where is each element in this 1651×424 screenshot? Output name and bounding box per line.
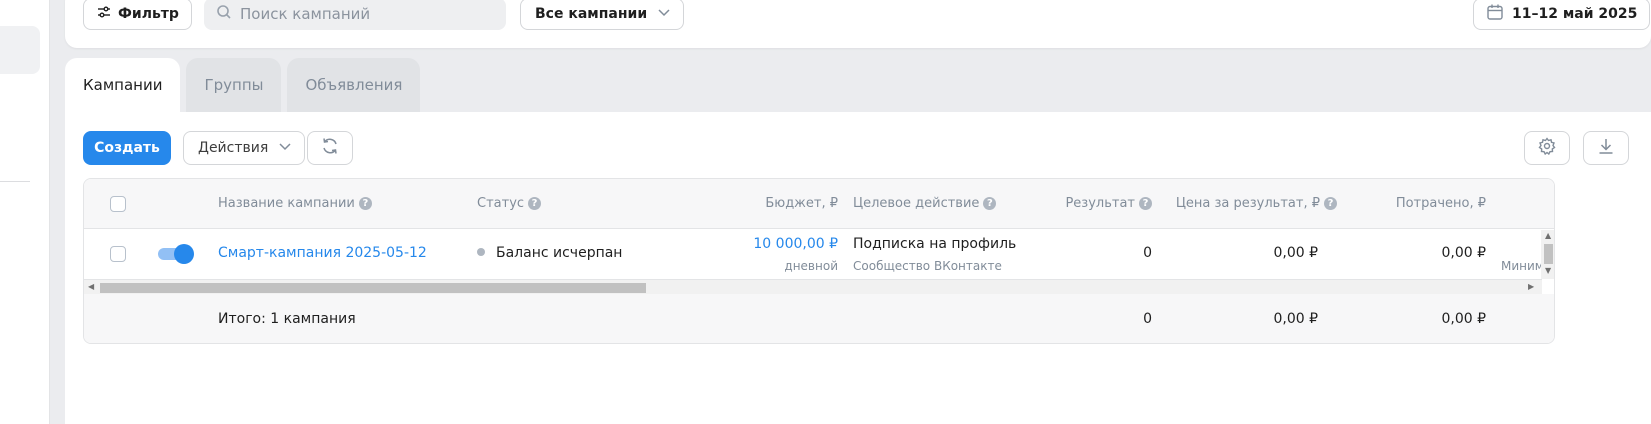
help-icon[interactable]: ? (1324, 197, 1337, 210)
help-icon[interactable]: ? (1139, 197, 1152, 210)
search-icon (216, 4, 232, 24)
scroll-left-icon[interactable]: ◀ (88, 282, 94, 291)
overflow-column-text: Миним (1501, 259, 1544, 273)
totals-cpr: 0,00 ₽ (1273, 311, 1318, 327)
select-all-checkbox[interactable] (110, 196, 126, 212)
refresh-button[interactable] (307, 131, 353, 165)
chevron-down-icon (657, 5, 671, 23)
result-value: 0 (1143, 245, 1152, 261)
column-header-spent[interactable]: Потрачено, ₽ (1396, 196, 1486, 211)
totals-result: 0 (1143, 311, 1152, 327)
help-icon[interactable]: ? (528, 197, 542, 210)
status-dot (477, 248, 485, 256)
row-checkbox[interactable] (110, 246, 126, 262)
campaigns-table: Название кампании? Статус? Бюджет, ₽ Цел… (83, 178, 1555, 344)
toggle-knob (174, 244, 194, 264)
table-header: Название кампании? Статус? Бюджет, ₽ Цел… (84, 179, 1554, 229)
create-button[interactable]: Создать (83, 131, 171, 165)
status-label: Баланс исчерпан (496, 245, 623, 261)
sliders-icon (96, 4, 112, 24)
target-action-sub: Сообщество ВКонтакте (853, 259, 1002, 273)
campaign-toggle[interactable] (158, 244, 194, 264)
help-icon[interactable]: ? (983, 197, 997, 210)
calendar-icon (1486, 3, 1504, 25)
sidebar-divider (0, 181, 30, 182)
column-header-budget[interactable]: Бюджет, ₽ (765, 196, 838, 211)
status-cell: Баланс исчерпан (477, 245, 622, 261)
campaign-filter-value: Все кампании (535, 6, 648, 22)
budget-period: дневной (784, 259, 838, 273)
spent-value: 0,00 ₽ (1441, 245, 1486, 261)
tab-groups[interactable]: Группы (186, 58, 282, 112)
horizontal-scrollbar[interactable]: ◀ ▶ (84, 279, 1542, 294)
vertical-scrollbar[interactable]: ▲ ▼ (1541, 230, 1554, 279)
date-range-label: 11–12 май 2025 (1512, 6, 1638, 22)
totals-spent: 0,00 ₽ (1441, 311, 1486, 327)
download-button[interactable] (1583, 131, 1629, 165)
chevron-down-icon (278, 139, 292, 157)
campaign-name-link[interactable]: Смарт-кампания 2025-05-12 (218, 245, 427, 261)
scroll-thumb[interactable] (1544, 244, 1553, 264)
column-header-target[interactable]: Целевое действие? (853, 196, 997, 211)
filter-label: Фильтр (118, 6, 179, 22)
download-icon (1597, 137, 1615, 159)
scroll-up-icon[interactable]: ▲ (1545, 231, 1551, 240)
column-header-cpr[interactable]: Цена за результат, ₽? (1176, 196, 1337, 211)
filter-bar: Фильтр Все кампании 11–12 май 2025 (65, 0, 1651, 48)
table-totals-row: Итого: 1 кампания 0 0,00 ₽ 0,00 ₽ (84, 294, 1554, 343)
column-header-result[interactable]: Результат? (1065, 196, 1152, 211)
entity-tabs: Кампании Группы Объявления (65, 58, 421, 112)
budget-value[interactable]: 10 000,00 ₽ (753, 236, 838, 252)
left-sidebar (0, 0, 50, 424)
campaign-search[interactable] (204, 0, 506, 30)
help-icon[interactable]: ? (358, 197, 372, 210)
tab-ads[interactable]: Объявления (287, 58, 421, 112)
cpr-value: 0,00 ₽ (1273, 245, 1318, 261)
table-row[interactable]: Смарт-кампания 2025-05-12 Баланс исчерпа… (84, 229, 1554, 279)
search-input[interactable] (240, 5, 490, 23)
target-action: Подписка на профиль (853, 236, 1017, 252)
scroll-down-icon[interactable]: ▼ (1545, 266, 1551, 275)
campaign-filter-select[interactable]: Все кампании (520, 0, 685, 30)
actions-label: Действия (198, 140, 269, 156)
scroll-thumb[interactable] (100, 283, 646, 293)
gear-icon (1538, 137, 1556, 159)
column-header-status[interactable]: Статус? (477, 196, 542, 211)
refresh-icon (320, 136, 340, 160)
sidebar-selected-item[interactable] (0, 26, 40, 74)
actions-dropdown[interactable]: Действия (183, 131, 306, 165)
column-header-name[interactable]: Название кампании? (218, 196, 372, 211)
table-settings-button[interactable] (1524, 131, 1570, 165)
filter-button[interactable]: Фильтр (83, 0, 192, 30)
tab-campaigns[interactable]: Кампании (65, 58, 181, 112)
totals-label: Итого: 1 кампания (218, 311, 356, 327)
campaigns-panel: Создать Действия Название кампании ? Ста… (65, 112, 1651, 424)
scroll-right-icon[interactable]: ▶ (1528, 282, 1534, 291)
date-range-picker[interactable]: 11–12 май 2025 (1473, 0, 1651, 30)
